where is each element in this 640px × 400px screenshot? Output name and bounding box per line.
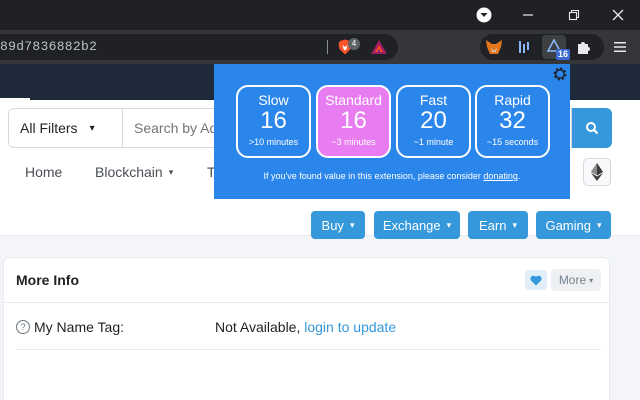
gas-tier-standard[interactable]: Standard 16 ~3 minutes <box>316 85 391 158</box>
extensions-puzzle-icon[interactable] <box>572 35 596 59</box>
chevron-down-icon: ▾ <box>512 219 517 230</box>
donating-link[interactable]: donating <box>483 171 518 181</box>
ethereum-icon <box>591 163 603 181</box>
heart-icon <box>530 275 542 285</box>
gas-tier-time: ~15 seconds <box>486 137 539 147</box>
gas-tier-fast[interactable]: Fast 20 ~1 minute <box>396 85 471 158</box>
name-tag-value: Not Available, login to update <box>215 319 396 335</box>
ethereum-network-button[interactable] <box>583 158 611 186</box>
earn-button[interactable]: Earn ▾ <box>468 211 528 239</box>
chevron-down-icon: ▾ <box>168 167 174 177</box>
bars-extension-icon[interactable] <box>512 35 536 59</box>
gas-tier-name: Standard <box>325 92 382 108</box>
gas-tier-name: Rapid <box>494 92 531 108</box>
donation-note: If you've found value in this extension,… <box>214 171 570 181</box>
url-text[interactable]: 89d7836882b2 <box>0 39 97 54</box>
card-divider <box>4 302 609 303</box>
maximize-icon[interactable] <box>552 0 596 30</box>
nav-item-home[interactable]: Home <box>25 164 62 180</box>
browser-toolbar: 89d7836882b2 4 16 <box>0 30 640 64</box>
gas-tier-time: ~3 minutes <box>331 137 376 147</box>
gaming-button[interactable]: Gaming ▾ <box>536 211 611 239</box>
chevron-down-icon: ▾ <box>446 219 452 230</box>
card-title: More Info <box>16 272 79 288</box>
favorite-button[interactable] <box>525 270 547 290</box>
buy-button[interactable]: Buy ▾ <box>311 211 365 239</box>
browser-menu-icon[interactable] <box>608 34 632 60</box>
brave-rewards-icon[interactable] <box>370 39 388 55</box>
gas-tier-slow[interactable]: Slow 16 >10 minutes <box>236 85 311 158</box>
gas-tier-price: 16 <box>260 107 287 134</box>
address-bar-divider <box>327 40 328 54</box>
address-bar[interactable]: 89d7836882b2 4 <box>0 34 398 60</box>
profile-menu-icon[interactable] <box>462 0 506 30</box>
extensions-area <box>480 34 604 60</box>
nav-item-blockchain[interactable]: Blockchain ▾ <box>95 164 173 180</box>
close-icon[interactable] <box>596 0 640 30</box>
search-button[interactable] <box>572 108 612 148</box>
shields-count-badge: 4 <box>348 38 360 50</box>
name-tag-label-text: My Name Tag: <box>34 319 124 335</box>
search-icon <box>586 122 599 135</box>
more-button-label: More <box>558 273 587 287</box>
filter-select-label: All Filters <box>20 120 78 136</box>
gas-tier-price: 16 <box>340 107 367 134</box>
chevron-down-icon: ▾ <box>589 275 594 285</box>
more-info-card: More Info More ▾ ? My Name Tag: Not Avail… <box>3 257 610 400</box>
exchange-button-label: Exchange <box>382 217 441 233</box>
help-icon: ? <box>16 320 30 334</box>
exchange-button[interactable]: Exchange ▾ <box>374 211 460 239</box>
gas-tier-price: 20 <box>420 107 447 134</box>
chevron-down-icon: ▾ <box>89 122 95 134</box>
gas-price-badge: 16 <box>556 49 571 60</box>
chevron-down-icon: ▾ <box>349 219 355 230</box>
gaming-button-label: Gaming <box>545 217 591 233</box>
metamask-icon[interactable] <box>482 35 506 59</box>
chevron-down-icon: ▾ <box>597 219 602 230</box>
donation-note-end: . <box>517 171 521 181</box>
earn-button-label: Earn <box>479 217 507 233</box>
filter-select[interactable]: All Filters ▾ <box>8 108 122 148</box>
minimize-icon[interactable] <box>506 0 550 30</box>
donation-note-text: If you've found value in this extension,… <box>263 171 484 181</box>
name-tag-value-text: Not Available, <box>215 319 301 335</box>
name-tag-label: ? My Name Tag: <box>16 319 124 335</box>
buy-button-label: Buy <box>321 217 344 233</box>
gas-tracker-popup: Slow 16 >10 minutes Standard 16 ~3 minut… <box>214 64 570 199</box>
login-to-update-link[interactable]: login to update <box>304 319 396 335</box>
row-divider <box>16 349 601 350</box>
gas-tier-time: >10 minutes <box>248 137 299 147</box>
gas-tier-price: 32 <box>499 107 526 134</box>
gas-tier-rapid[interactable]: Rapid 32 ~15 seconds <box>475 85 550 158</box>
gas-tier-name: Slow <box>258 92 289 108</box>
gas-tier-name: Fast <box>419 92 448 108</box>
gas-tier-time: ~1 minute <box>413 137 454 147</box>
nav-item-blockchain-label: Blockchain <box>95 164 163 180</box>
settings-gear-icon[interactable] <box>552 66 568 82</box>
more-dropdown-button[interactable]: More ▾ <box>551 269 601 291</box>
browser-titlebar <box>0 0 640 30</box>
